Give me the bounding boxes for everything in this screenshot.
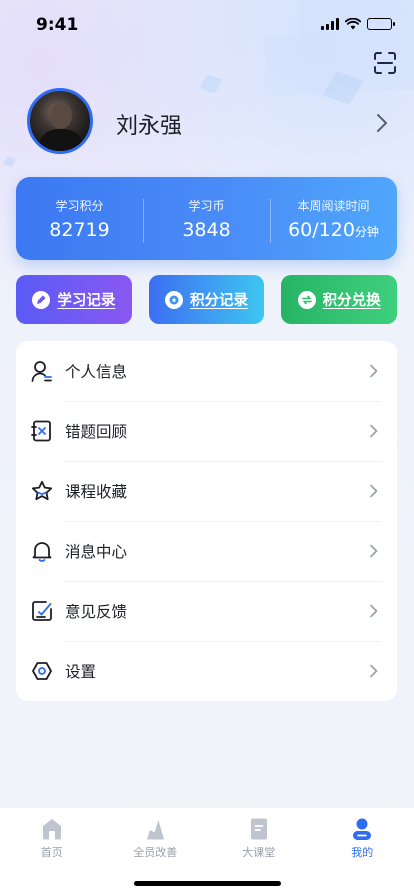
- menu-item-settings[interactable]: 设置: [16, 641, 397, 701]
- chevron-right-icon: [370, 424, 378, 438]
- stat-value: 60/120分钟: [288, 218, 379, 241]
- chevron-right-icon: [370, 544, 378, 558]
- menu-label: 错题回顾: [65, 423, 128, 441]
- points-record-button[interactable]: 积分记录: [148, 275, 265, 324]
- chevron-right-icon: [370, 664, 378, 678]
- home-indicator[interactable]: [134, 881, 281, 886]
- tab-label: 首页: [40, 846, 63, 859]
- classroom-icon: [250, 818, 267, 840]
- stat-label: 学习积分: [55, 198, 104, 213]
- feedback-icon: [32, 601, 52, 621]
- menu-item-personal-info[interactable]: 个人信息: [16, 341, 397, 401]
- chevron-right-icon[interactable]: [375, 112, 389, 134]
- menu-label: 个人信息: [65, 363, 128, 381]
- pen-icon: [32, 290, 51, 309]
- profile-icon: [353, 818, 372, 840]
- status-time: 9:41: [36, 15, 79, 35]
- action-label: 积分兑换: [322, 293, 381, 309]
- points-exchange-button[interactable]: 积分兑换: [281, 275, 398, 324]
- menu-label: 消息中心: [65, 543, 128, 561]
- menu-item-feedback[interactable]: 意见反馈: [16, 581, 397, 641]
- menu-list: 个人信息 错题回顾 课程收藏 消息中心 意见反馈 设置: [16, 341, 397, 701]
- tab-label: 我的: [351, 846, 374, 859]
- status-icons: [321, 18, 395, 30]
- stat-weekly-reading-time[interactable]: 本周阅读时间 60/120分钟: [270, 197, 397, 243]
- home-icon: [42, 819, 61, 840]
- cellular-signal-icon: [321, 18, 339, 30]
- settings-icon: [32, 662, 52, 680]
- chevron-right-icon: [370, 364, 378, 378]
- menu-label: 课程收藏: [65, 483, 128, 501]
- chevron-right-icon: [370, 484, 378, 498]
- battery-icon: [367, 18, 395, 30]
- menu-item-message-center[interactable]: 消息中心: [16, 521, 397, 581]
- stats-card: 学习积分 82719 学习币 3848 本周阅读时间 60/120分钟: [16, 177, 397, 260]
- stat-label: 学习币: [188, 198, 225, 213]
- user-name[interactable]: 刘永强: [116, 108, 182, 140]
- user-icon: [31, 361, 52, 382]
- action-label: 学习记录: [57, 293, 116, 309]
- exchange-icon: [297, 290, 316, 309]
- tab-profile[interactable]: 我的: [311, 808, 414, 896]
- tab-home[interactable]: 首页: [0, 808, 104, 896]
- action-label: 积分记录: [190, 293, 248, 309]
- wrong-question-icon: [31, 420, 51, 442]
- scan-icon[interactable]: [374, 52, 396, 74]
- study-record-button[interactable]: 学习记录: [16, 275, 132, 324]
- tab-label: 大课堂: [242, 846, 276, 859]
- menu-item-wrong-questions[interactable]: 错题回顾: [16, 401, 397, 461]
- menu-item-course-favorites[interactable]: 课程收藏: [16, 461, 397, 521]
- menu-label: 设置: [65, 663, 97, 681]
- bell-icon: [32, 542, 52, 562]
- stat-unit: 分钟: [354, 224, 379, 239]
- stat-study-coins[interactable]: 学习币 3848: [143, 197, 270, 243]
- avatar[interactable]: [27, 88, 93, 154]
- stat-value: 3848: [182, 218, 231, 241]
- stat-study-points[interactable]: 学习积分 82719: [16, 197, 143, 241]
- chevron-right-icon: [370, 604, 378, 618]
- stat-value: 82719: [49, 218, 110, 241]
- menu-label: 意见反馈: [65, 603, 128, 621]
- wifi-icon: [345, 18, 361, 30]
- stat-label: 本周阅读时间: [297, 198, 370, 213]
- tab-label: 全员改善: [133, 846, 178, 859]
- improve-icon: [147, 818, 165, 840]
- star-icon: [31, 480, 53, 501]
- medal-icon: [165, 290, 183, 309]
- status-bar: 9:41: [0, 0, 414, 50]
- action-buttons: 学习记录 积分记录 积分兑换: [16, 275, 398, 324]
